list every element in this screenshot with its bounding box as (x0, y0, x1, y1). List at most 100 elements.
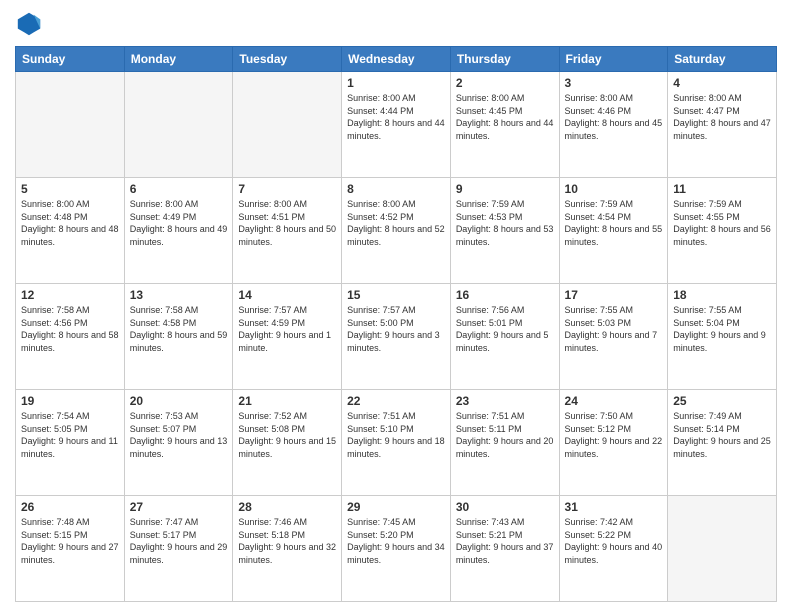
day-number: 28 (238, 500, 336, 514)
day-info: Sunrise: 7:57 AM Sunset: 4:59 PM Dayligh… (238, 304, 336, 354)
calendar-cell: 15 Sunrise: 7:57 AM Sunset: 5:00 PM Dayli… (342, 284, 451, 390)
day-info: Sunrise: 8:00 AM Sunset: 4:46 PM Dayligh… (565, 92, 663, 142)
day-info: Sunrise: 7:57 AM Sunset: 5:00 PM Dayligh… (347, 304, 445, 354)
day-info: Sunrise: 7:52 AM Sunset: 5:08 PM Dayligh… (238, 410, 336, 460)
header (15, 10, 777, 38)
day-info: Sunrise: 7:59 AM Sunset: 4:53 PM Dayligh… (456, 198, 554, 248)
logo (15, 10, 47, 38)
calendar-cell: 25 Sunrise: 7:49 AM Sunset: 5:14 PM Dayli… (668, 390, 777, 496)
calendar-header-monday: Monday (124, 47, 233, 72)
calendar-cell: 2 Sunrise: 8:00 AM Sunset: 4:45 PM Daylig… (450, 72, 559, 178)
calendar-cell: 11Sunrise: 7:59 AM Sunset: 4:55 PM Dayli… (668, 178, 777, 284)
calendar-cell: 18Sunrise: 7:55 AM Sunset: 5:04 PM Dayli… (668, 284, 777, 390)
day-number: 22 (347, 394, 445, 408)
calendar-cell: 10Sunrise: 7:59 AM Sunset: 4:54 PM Dayli… (559, 178, 668, 284)
calendar-cell: 3 Sunrise: 8:00 AM Sunset: 4:46 PM Daylig… (559, 72, 668, 178)
day-info: Sunrise: 7:45 AM Sunset: 5:20 PM Dayligh… (347, 516, 445, 566)
calendar-cell: 31 Sunrise: 7:42 AM Sunset: 5:22 PM Dayli… (559, 496, 668, 602)
day-number: 15 (347, 288, 445, 302)
day-number: 20 (130, 394, 228, 408)
day-number: 21 (238, 394, 336, 408)
day-number: 8 (347, 182, 445, 196)
calendar-week-2: 5 Sunrise: 8:00 AM Sunset: 4:48 PM Daylig… (16, 178, 777, 284)
calendar-header-tuesday: Tuesday (233, 47, 342, 72)
day-number: 24 (565, 394, 663, 408)
calendar-cell: 8 Sunrise: 8:00 AM Sunset: 4:52 PM Daylig… (342, 178, 451, 284)
page: SundayMondayTuesdayWednesdayThursdayFrid… (0, 0, 792, 612)
calendar-cell: 1Sunrise: 8:00 AM Sunset: 4:44 PM Daylig… (342, 72, 451, 178)
day-number: 30 (456, 500, 554, 514)
day-info: Sunrise: 7:50 AM Sunset: 5:12 PM Dayligh… (565, 410, 663, 460)
calendar-cell: 27 Sunrise: 7:47 AM Sunset: 5:17 PM Dayli… (124, 496, 233, 602)
calendar-cell (233, 72, 342, 178)
calendar: SundayMondayTuesdayWednesdayThursdayFrid… (15, 46, 777, 602)
day-info: Sunrise: 8:00 AM Sunset: 4:44 PM Dayligh… (347, 92, 445, 142)
day-info: Sunrise: 7:48 AM Sunset: 5:15 PM Dayligh… (21, 516, 119, 566)
calendar-cell: 6 Sunrise: 8:00 AM Sunset: 4:49 PM Daylig… (124, 178, 233, 284)
day-number: 13 (130, 288, 228, 302)
day-info: Sunrise: 7:51 AM Sunset: 5:10 PM Dayligh… (347, 410, 445, 460)
calendar-cell: 16 Sunrise: 7:56 AM Sunset: 5:01 PM Dayli… (450, 284, 559, 390)
calendar-cell: 29 Sunrise: 7:45 AM Sunset: 5:20 PM Dayli… (342, 496, 451, 602)
day-number: 7 (238, 182, 336, 196)
calendar-week-1: 1Sunrise: 8:00 AM Sunset: 4:44 PM Daylig… (16, 72, 777, 178)
calendar-cell: 13 Sunrise: 7:58 AM Sunset: 4:58 PM Dayli… (124, 284, 233, 390)
calendar-header-saturday: Saturday (668, 47, 777, 72)
calendar-cell: 30 Sunrise: 7:43 AM Sunset: 5:21 PM Dayli… (450, 496, 559, 602)
day-info: Sunrise: 8:00 AM Sunset: 4:51 PM Dayligh… (238, 198, 336, 248)
day-info: Sunrise: 8:00 AM Sunset: 4:52 PM Dayligh… (347, 198, 445, 248)
calendar-cell: 20 Sunrise: 7:53 AM Sunset: 5:07 PM Dayli… (124, 390, 233, 496)
day-info: Sunrise: 7:59 AM Sunset: 4:55 PM Dayligh… (673, 198, 771, 248)
day-info: Sunrise: 7:58 AM Sunset: 4:58 PM Dayligh… (130, 304, 228, 354)
day-number: 17 (565, 288, 663, 302)
calendar-cell: 24 Sunrise: 7:50 AM Sunset: 5:12 PM Dayli… (559, 390, 668, 496)
day-number: 25 (673, 394, 771, 408)
day-number: 29 (347, 500, 445, 514)
calendar-header-thursday: Thursday (450, 47, 559, 72)
calendar-cell (16, 72, 125, 178)
calendar-header-friday: Friday (559, 47, 668, 72)
day-number: 31 (565, 500, 663, 514)
day-number: 27 (130, 500, 228, 514)
calendar-week-3: 12 Sunrise: 7:58 AM Sunset: 4:56 PM Dayli… (16, 284, 777, 390)
day-info: Sunrise: 7:55 AM Sunset: 5:03 PM Dayligh… (565, 304, 663, 354)
day-number: 3 (565, 76, 663, 90)
calendar-header-wednesday: Wednesday (342, 47, 451, 72)
day-info: Sunrise: 7:46 AM Sunset: 5:18 PM Dayligh… (238, 516, 336, 566)
calendar-cell: 4Sunrise: 8:00 AM Sunset: 4:47 PM Daylig… (668, 72, 777, 178)
day-info: Sunrise: 7:56 AM Sunset: 5:01 PM Dayligh… (456, 304, 554, 354)
calendar-cell: 22 Sunrise: 7:51 AM Sunset: 5:10 PM Dayli… (342, 390, 451, 496)
calendar-cell (668, 496, 777, 602)
day-info: Sunrise: 7:54 AM Sunset: 5:05 PM Dayligh… (21, 410, 119, 460)
calendar-cell: 23 Sunrise: 7:51 AM Sunset: 5:11 PM Dayli… (450, 390, 559, 496)
day-info: Sunrise: 8:00 AM Sunset: 4:45 PM Dayligh… (456, 92, 554, 142)
calendar-cell: 17 Sunrise: 7:55 AM Sunset: 5:03 PM Dayli… (559, 284, 668, 390)
day-number: 26 (21, 500, 119, 514)
day-number: 5 (21, 182, 119, 196)
day-info: Sunrise: 7:47 AM Sunset: 5:17 PM Dayligh… (130, 516, 228, 566)
day-number: 16 (456, 288, 554, 302)
calendar-cell: 21 Sunrise: 7:52 AM Sunset: 5:08 PM Dayli… (233, 390, 342, 496)
day-number: 18 (673, 288, 771, 302)
day-info: Sunrise: 8:00 AM Sunset: 4:48 PM Dayligh… (21, 198, 119, 248)
calendar-cell: 12 Sunrise: 7:58 AM Sunset: 4:56 PM Dayli… (16, 284, 125, 390)
calendar-cell: 5 Sunrise: 8:00 AM Sunset: 4:48 PM Daylig… (16, 178, 125, 284)
day-number: 14 (238, 288, 336, 302)
day-number: 2 (456, 76, 554, 90)
day-info: Sunrise: 7:42 AM Sunset: 5:22 PM Dayligh… (565, 516, 663, 566)
day-info: Sunrise: 7:43 AM Sunset: 5:21 PM Dayligh… (456, 516, 554, 566)
day-number: 23 (456, 394, 554, 408)
day-info: Sunrise: 7:53 AM Sunset: 5:07 PM Dayligh… (130, 410, 228, 460)
day-info: Sunrise: 7:49 AM Sunset: 5:14 PM Dayligh… (673, 410, 771, 460)
day-number: 6 (130, 182, 228, 196)
calendar-header-row: SundayMondayTuesdayWednesdayThursdayFrid… (16, 47, 777, 72)
day-info: Sunrise: 8:00 AM Sunset: 4:49 PM Dayligh… (130, 198, 228, 248)
calendar-cell: 26 Sunrise: 7:48 AM Sunset: 5:15 PM Dayli… (16, 496, 125, 602)
day-info: Sunrise: 7:59 AM Sunset: 4:54 PM Dayligh… (565, 198, 663, 248)
day-number: 12 (21, 288, 119, 302)
day-info: Sunrise: 7:51 AM Sunset: 5:11 PM Dayligh… (456, 410, 554, 460)
calendar-week-5: 26 Sunrise: 7:48 AM Sunset: 5:15 PM Dayli… (16, 496, 777, 602)
calendar-cell (124, 72, 233, 178)
day-info: Sunrise: 7:58 AM Sunset: 4:56 PM Dayligh… (21, 304, 119, 354)
calendar-header-sunday: Sunday (16, 47, 125, 72)
